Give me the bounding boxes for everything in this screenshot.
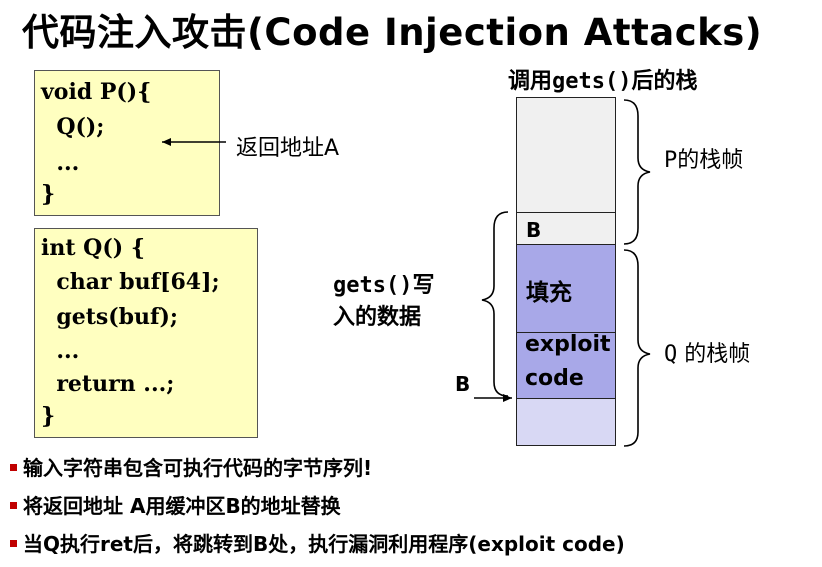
bullet-text: 将返回地址 A用缓冲区B的地址替换 <box>23 494 341 518</box>
bullet-text: 当Q执行ret后，将跳转到B处，执行漏洞利用程序(exploit code) <box>23 532 625 556</box>
bullet-square-icon <box>10 502 17 509</box>
gets-write-brace <box>481 211 509 397</box>
bullet-item: 将返回地址 A用缓冲区B的地址替换 <box>10 490 341 519</box>
p-frame-brace <box>623 99 651 245</box>
diagram-overlay <box>162 99 651 447</box>
q-frame-brace <box>623 249 651 447</box>
bullet-item: 当Q执行ret后，将跳转到B处，执行漏洞利用程序(exploit code) <box>10 528 625 557</box>
bullet-square-icon <box>10 464 17 471</box>
bullet-text: 输入字符串包含可执行代码的字节序列! <box>23 456 373 480</box>
bullet-item: 输入字符串包含可执行代码的字节序列! <box>10 452 372 481</box>
bullet-square-icon <box>10 540 17 547</box>
